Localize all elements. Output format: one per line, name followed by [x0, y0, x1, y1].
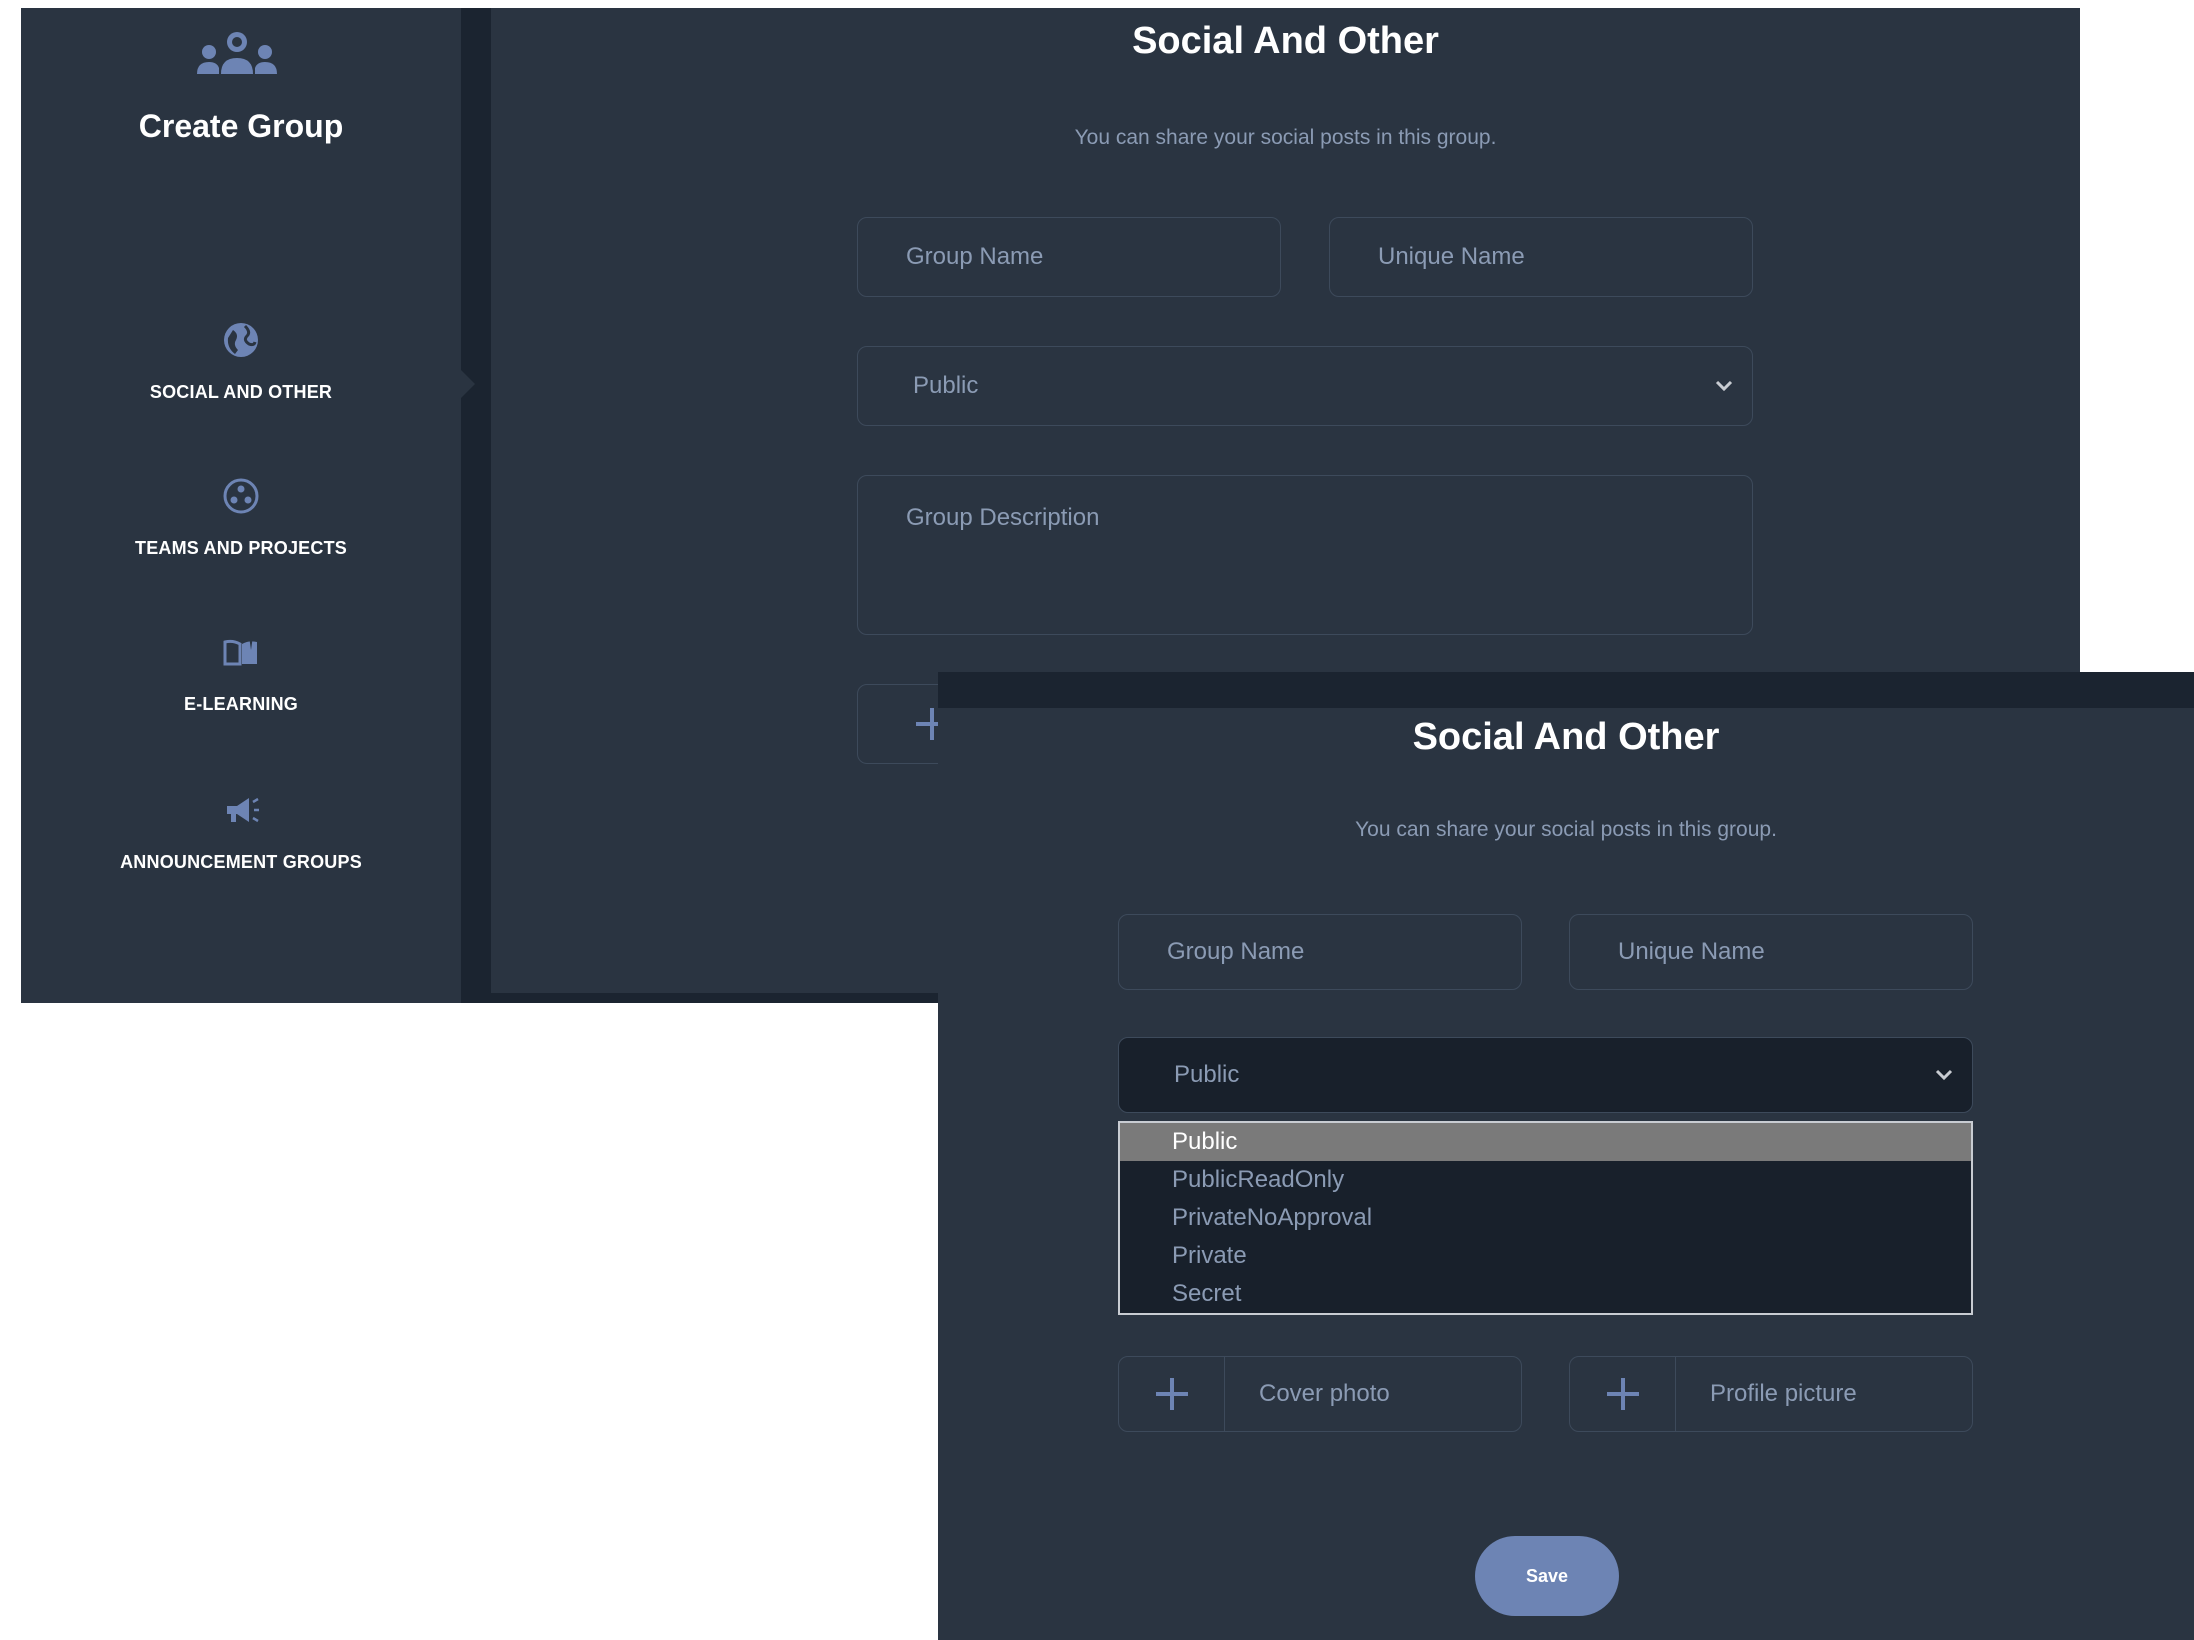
group-description-textarea[interactable] [857, 475, 1753, 635]
cover-photo-label: Cover photo [1259, 1380, 1390, 1407]
profile-picture-label: Profile picture [1710, 1380, 1857, 1407]
group-icon [197, 32, 277, 74]
privacy-option-public[interactable]: Public [1120, 1123, 1971, 1161]
privacy-dropdown-list: Public PublicReadOnly PrivateNoApproval … [1118, 1121, 1973, 1315]
form-title: Social And Other [1132, 20, 1439, 62]
sidebar-title: Create Group [138, 108, 344, 144]
privacy-select[interactable]: Public [1118, 1037, 1973, 1113]
sidebar-item-label: SOCIAL AND OTHER [149, 382, 333, 402]
unique-name-input[interactable] [1329, 217, 1753, 297]
privacy-option-private-no-approval[interactable]: PrivateNoApproval [1120, 1199, 1971, 1237]
globe-icon [224, 323, 258, 357]
profile-picture-upload[interactable]: Profile picture [1569, 1356, 1973, 1432]
cover-photo-upload[interactable]: Cover photo [1118, 1356, 1522, 1432]
group-form: Social And Other You can share your soci… [938, 708, 2194, 1640]
sidebar-item-label: ANNOUNCEMENT GROUPS [120, 852, 362, 872]
form-subtitle: You can share your social posts in this … [1355, 818, 1777, 841]
privacy-select[interactable]: Public [857, 346, 1753, 426]
group-name-input[interactable] [857, 217, 1281, 297]
megaphone-icon [227, 797, 259, 823]
privacy-option-public-read-only[interactable]: PublicReadOnly [1120, 1161, 1971, 1199]
sidebar-item-teams-and-projects[interactable]: TEAMS AND PROJECTS [21, 476, 461, 559]
sidebar-item-label: E-LEARNING [184, 694, 298, 714]
sidebar-item-label: TEAMS AND PROJECTS [135, 538, 347, 558]
privacy-option-secret[interactable]: Secret [1120, 1275, 1971, 1313]
create-group-window-dropdown-open: Social And Other You can share your soci… [938, 672, 2194, 1640]
group-name-input[interactable] [1118, 914, 1522, 990]
privacy-select-value: Public [1174, 1061, 1240, 1088]
privacy-option-private[interactable]: Private [1120, 1237, 1971, 1275]
plus-icon [1155, 1378, 1188, 1410]
sidebar-item-announcement-groups[interactable]: ANNOUNCEMENT GROUPS [21, 790, 461, 873]
profile-picture-add-button[interactable] [1570, 1357, 1676, 1431]
active-indicator [461, 370, 475, 398]
sidebar-item-social-and-other[interactable]: SOCIAL AND OTHER [21, 320, 461, 403]
plus-icon [1606, 1378, 1639, 1410]
chevron-down-icon [1935, 1069, 1953, 1081]
unique-name-input[interactable] [1569, 914, 1973, 990]
sidebar-item-e-learning[interactable]: E-LEARNING [21, 632, 461, 715]
save-button[interactable]: Save [1475, 1536, 1619, 1616]
form-subtitle: You can share your social posts in this … [1074, 126, 1497, 149]
cover-photo-add-button[interactable] [1119, 1357, 1225, 1431]
sidebar: Create Group SOCIAL AND OTHER TEAMS AND … [21, 8, 475, 1003]
chevron-down-icon [1715, 380, 1733, 392]
teams-icon [223, 478, 259, 514]
privacy-select-value: Public [913, 372, 979, 399]
form-title: Social And Other [1412, 716, 1720, 758]
book-icon [223, 636, 257, 666]
